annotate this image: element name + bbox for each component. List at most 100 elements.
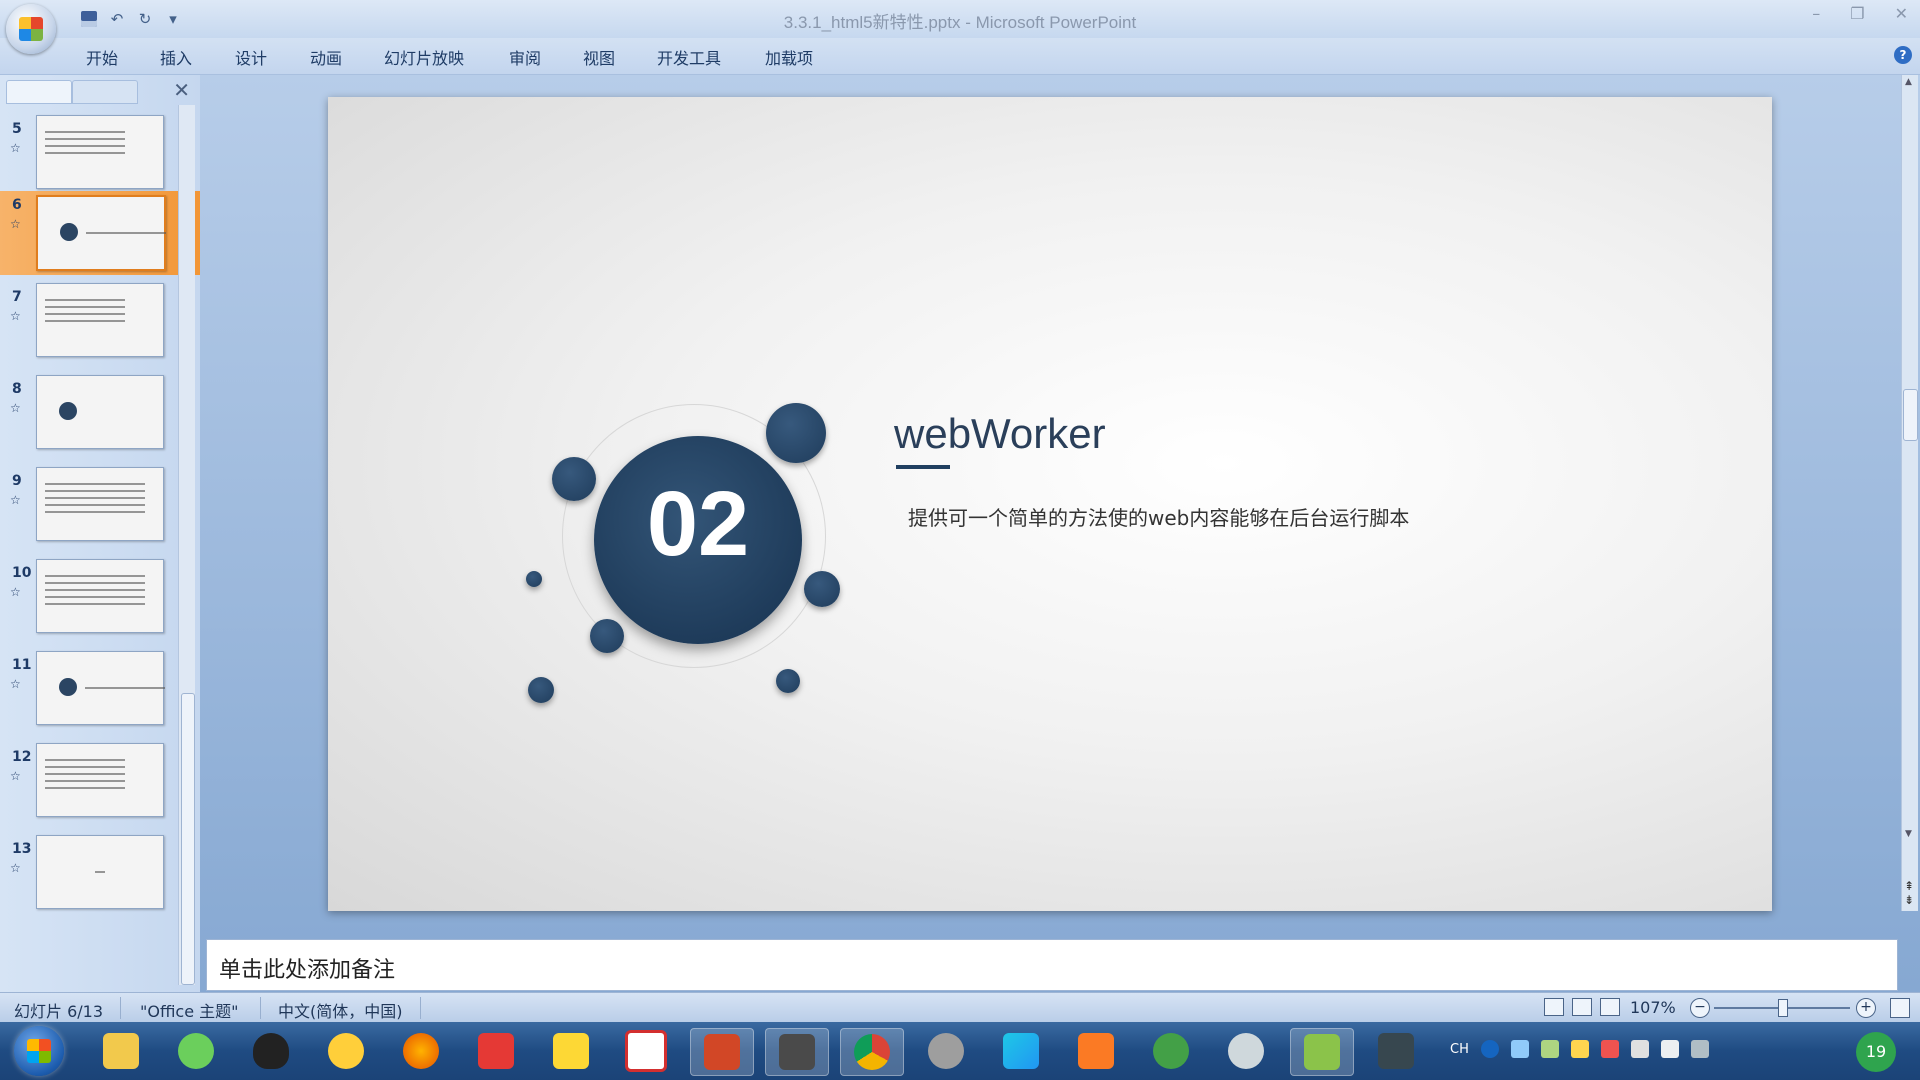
status-bar: 幻灯片 6/13 "Office 主题" 中文(简体，中国) 107% − + (0, 992, 1920, 1023)
slide-thumbnail[interactable]: 5 ☆ (0, 115, 200, 195)
taskbar-firefox[interactable] (390, 1028, 452, 1074)
close-button[interactable]: ✕ (1895, 4, 1908, 23)
slide-thumbnail[interactable]: 13 ☆ (0, 835, 200, 915)
title-underline (896, 465, 950, 469)
scroll-up-icon[interactable]: ▲ (1905, 77, 1912, 87)
device-tray-icon[interactable] (1630, 1040, 1649, 1058)
satellite-dot (528, 677, 554, 703)
taskbar-powerpoint[interactable] (690, 1028, 754, 1076)
taskbar-app-yellow[interactable] (540, 1028, 602, 1074)
taskbar-app-red[interactable] (615, 1028, 677, 1074)
tab-review[interactable]: 审阅 (509, 45, 541, 69)
slide-scrollbar[interactable]: ▲ ▼ ⇞ ⇟ (1901, 75, 1918, 911)
firefox-icon (403, 1033, 439, 1069)
fit-to-window-icon[interactable] (1890, 998, 1910, 1018)
animation-star-icon: ☆ (10, 861, 21, 875)
taskbar-chrome[interactable] (840, 1028, 904, 1076)
taskbar-qq[interactable] (240, 1028, 302, 1074)
taskbar-messenger[interactable] (315, 1028, 377, 1074)
normal-view-icon[interactable] (1544, 998, 1564, 1016)
slide-title[interactable]: webWorker (894, 410, 1106, 458)
taskbar-xampp[interactable] (1065, 1028, 1127, 1074)
thumbnails-scrollbar[interactable] (178, 105, 195, 985)
slide-thumbnail-selected[interactable]: 6 ☆ (0, 191, 200, 275)
help-tray-icon[interactable] (1480, 1040, 1499, 1058)
signal-icon[interactable] (1690, 1040, 1709, 1058)
slide-canvas[interactable]: 02 webWorker 提供可一个简单的方法使的web内容能够在后台运行脚本 (328, 97, 1772, 911)
help-icon[interactable]: ? (1894, 46, 1912, 64)
taskbar-notepad[interactable] (1290, 1028, 1354, 1076)
qq-penguin-icon (253, 1033, 289, 1069)
scrollbar-thumb[interactable] (1903, 389, 1918, 441)
app-yellow-icon (553, 1033, 589, 1069)
slide-thumbnail[interactable]: 7 ☆ (0, 283, 200, 363)
satellite-dot (590, 619, 624, 653)
system-tray: CH (1450, 1040, 1709, 1058)
zoom-out-icon[interactable]: − (1690, 998, 1710, 1018)
office-button[interactable] (6, 4, 56, 54)
slide-thumbnail[interactable]: 12 ☆ (0, 743, 200, 823)
zoom-in-icon[interactable]: + (1856, 998, 1876, 1018)
slide-thumbnail[interactable]: 11 ☆ (0, 651, 200, 731)
alert-tray-icon[interactable] (1600, 1040, 1619, 1058)
folder-icon (103, 1033, 139, 1069)
restore-button[interactable]: ❐ (1850, 4, 1864, 23)
app-tray-icon[interactable] (1540, 1040, 1559, 1058)
tab-insert[interactable]: 插入 (160, 45, 192, 69)
window-controls: – ❐ ✕ (1812, 4, 1908, 23)
tab-view[interactable]: 视图 (583, 45, 615, 69)
taskbar-webstorm[interactable] (990, 1028, 1052, 1074)
zoom-level[interactable]: 107% (1630, 998, 1676, 1017)
slide-thumbnail[interactable]: 8 ☆ (0, 375, 200, 455)
start-button[interactable] (14, 1026, 64, 1076)
satellite-dot (552, 457, 596, 501)
scroll-down-icon[interactable]: ▼ (1905, 829, 1912, 839)
windows-logo-icon (27, 1039, 51, 1063)
taskbar-leaf[interactable] (1140, 1028, 1202, 1074)
zoom-slider-thumb[interactable] (1778, 999, 1788, 1017)
slide-body-text[interactable]: 提供可一个简单的方法使的web内容能够在后台运行脚本 (908, 502, 1409, 531)
tab-slides[interactable] (6, 80, 72, 104)
input-language[interactable]: CH (1450, 1042, 1469, 1057)
minimize-button[interactable]: – (1812, 4, 1820, 23)
thumbnail-number: 13 (12, 841, 32, 857)
satellite-dot (526, 571, 542, 587)
scrollbar-thumb[interactable] (181, 693, 195, 985)
thumbnail-number: 6 (12, 197, 22, 213)
notes-pane[interactable]: 单击此处添加备注 (206, 939, 1898, 991)
network-tray-icon[interactable] (1510, 1040, 1529, 1058)
clock-badge[interactable]: 19 (1856, 1032, 1896, 1072)
leaf-icon (1153, 1033, 1189, 1069)
animation-star-icon: ☆ (10, 769, 21, 783)
tab-animations[interactable]: 动画 (310, 45, 342, 69)
thumbnail-image (36, 559, 164, 633)
slide-sorter-icon[interactable] (1572, 998, 1592, 1016)
slideshow-view-icon[interactable] (1600, 998, 1620, 1016)
notes-placeholder: 单击此处添加备注 (219, 958, 396, 983)
tab-design[interactable]: 设计 (235, 45, 267, 69)
ribbon-tabs: 开始 插入 设计 动画 幻灯片放映 审阅 视图 开发工具 加载项 ? (0, 38, 1920, 75)
taskbar-wechat[interactable] (165, 1028, 227, 1074)
slide-thumbnail[interactable]: 9 ☆ (0, 467, 200, 547)
security-tray-icon[interactable] (1570, 1040, 1589, 1058)
thumbnail-number: 7 (12, 289, 22, 305)
taskbar-magnifier[interactable] (1215, 1028, 1277, 1074)
tab-home[interactable]: 开始 (86, 45, 118, 69)
taskbar-raccoon[interactable] (915, 1028, 977, 1074)
page-nav[interactable]: ⇞ ⇟ (1904, 879, 1914, 907)
taskbar-camera[interactable] (1365, 1028, 1427, 1074)
close-pane-icon[interactable]: ✕ (173, 78, 190, 102)
tab-outline[interactable] (72, 80, 138, 104)
taskbar-xmind[interactable] (465, 1028, 527, 1074)
slide-thumbnail[interactable]: 10 ☆ (0, 559, 200, 639)
taskbar-file-explorer[interactable] (90, 1028, 152, 1074)
volume-icon[interactable] (1660, 1040, 1679, 1058)
tab-developer[interactable]: 开发工具 (657, 45, 721, 69)
language-indicator[interactable]: 中文(简体，中国) (278, 998, 403, 1022)
slide-position: 幻灯片 6/13 (14, 1002, 104, 1021)
notepad-icon (1304, 1034, 1340, 1070)
tab-addins[interactable]: 加载项 (765, 45, 813, 69)
taskbar-sublime[interactable] (765, 1028, 829, 1076)
tab-slideshow[interactable]: 幻灯片放映 (384, 45, 464, 69)
thumbnail-image (36, 651, 165, 725)
